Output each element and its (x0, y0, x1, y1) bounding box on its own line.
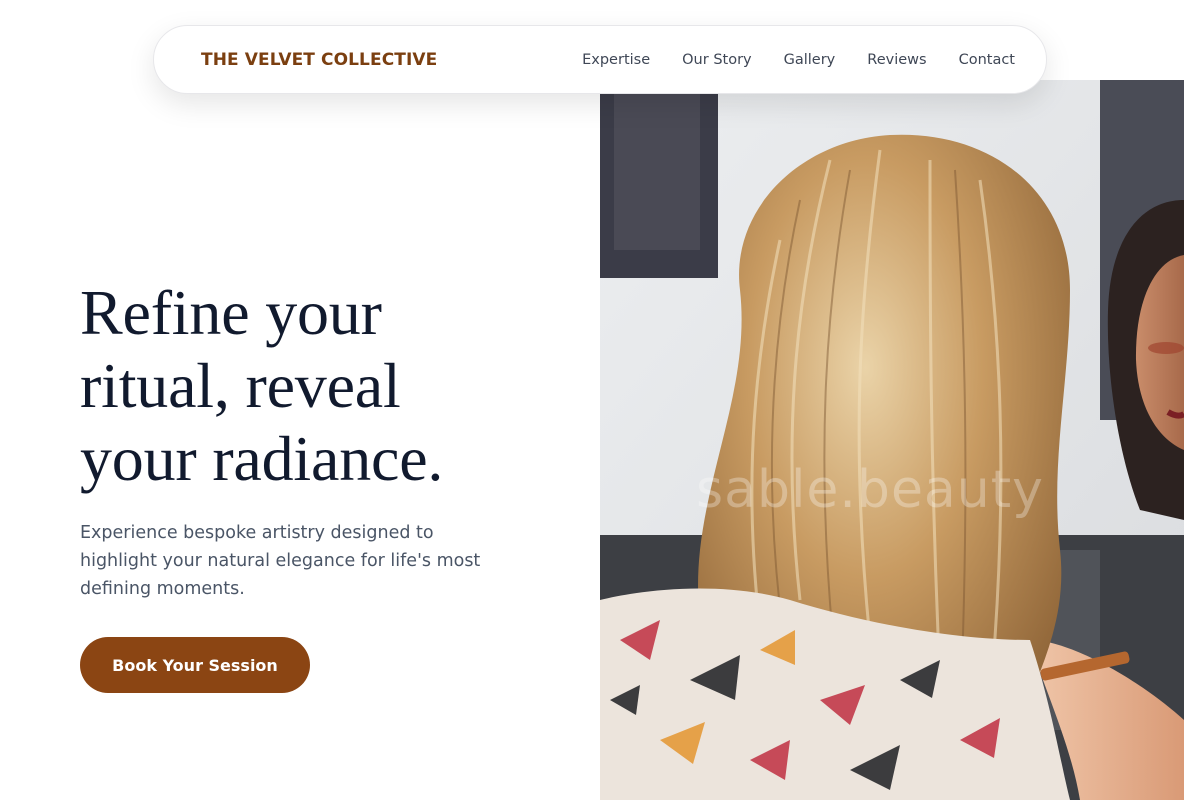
headline-line-3: your radiance. (80, 423, 444, 494)
nav-link-expertise[interactable]: Expertise (582, 52, 650, 68)
photo-watermark: sable.beauty (696, 460, 1044, 520)
top-navbar: THE VELVET COLLECTIVE Expertise Our Stor… (153, 25, 1047, 94)
nav-links: Expertise Our Story Gallery Reviews Cont… (582, 52, 1015, 68)
hero-section: Refine your ritual, reveal your radiance… (80, 276, 560, 693)
headline-line-2: ritual, reveal (80, 350, 401, 421)
nav-link-gallery[interactable]: Gallery (784, 52, 836, 68)
nav-link-contact[interactable]: Contact (959, 52, 1015, 68)
headline-line-1: Refine your (80, 277, 382, 348)
nav-link-reviews[interactable]: Reviews (867, 52, 926, 68)
hero-headline: Refine your ritual, reveal your radiance… (80, 276, 560, 495)
hero-photo-illustration (600, 80, 1184, 800)
book-session-button[interactable]: Book Your Session (80, 637, 310, 693)
right-gutter (1184, 0, 1200, 800)
landing-page: THE VELVET COLLECTIVE Expertise Our Stor… (0, 0, 1200, 800)
hero-subheading: Experience bespoke artistry designed to … (80, 523, 481, 599)
brand-logo[interactable]: THE VELVET COLLECTIVE (201, 50, 437, 70)
hero-photo: sable.beauty (600, 80, 1184, 800)
nav-link-our-story[interactable]: Our Story (682, 52, 751, 68)
